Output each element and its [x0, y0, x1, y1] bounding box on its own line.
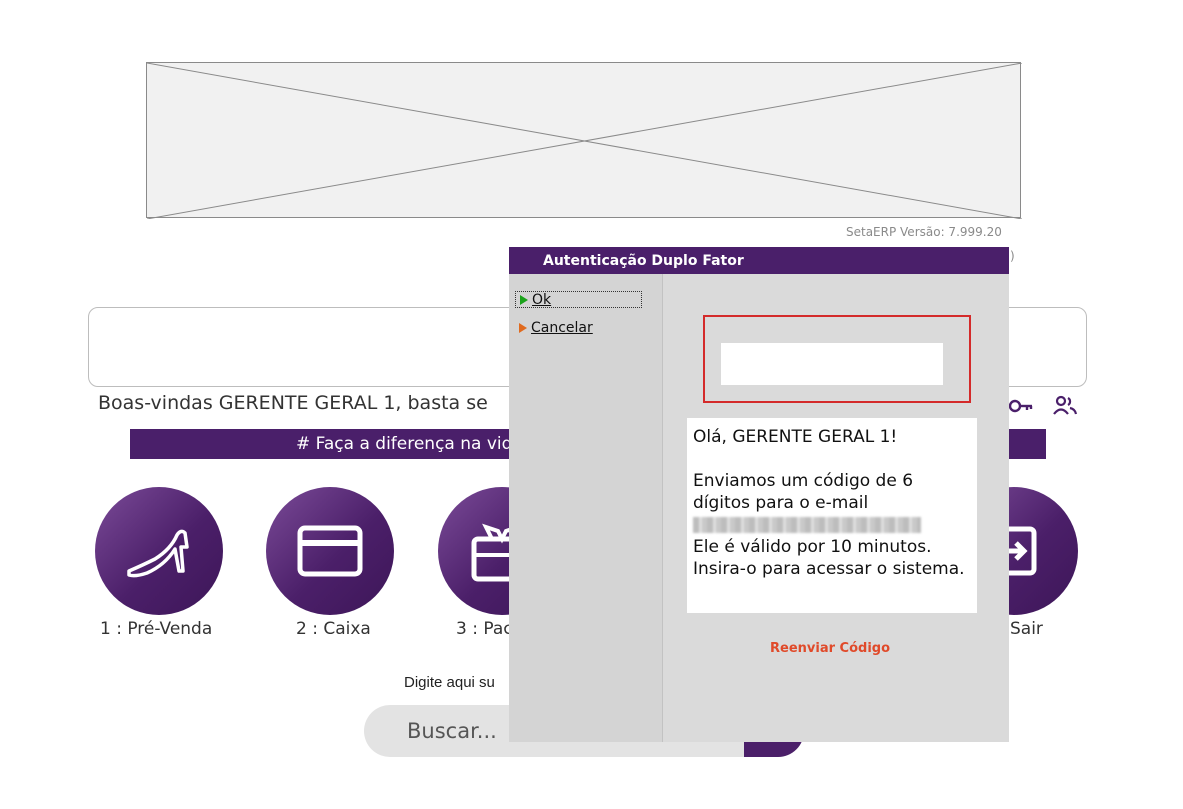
menu-button-pre-venda[interactable] — [95, 487, 223, 615]
code-input[interactable] — [721, 343, 943, 385]
logo-placeholder — [146, 62, 1022, 219]
play-arrow-icon — [519, 323, 527, 333]
resend-code-link[interactable]: Reenviar Código — [770, 641, 890, 656]
card-icon — [297, 525, 363, 577]
menu-caption-pre-venda: 1 : Pré-Venda — [100, 619, 213, 639]
info-line-5: Insira-o para acessar o sistema. — [693, 559, 965, 579]
greeting-text: Olá, GERENTE GERAL 1! — [693, 427, 898, 447]
menu-caption-sair: Sair — [1010, 619, 1043, 639]
search-hint: Digite aqui su — [404, 674, 495, 691]
menu-button-caixa[interactable] — [266, 487, 394, 615]
info-line-2: dígitos para o e-mail — [693, 493, 869, 513]
high-heel-shoe-icon — [127, 529, 189, 578]
dialog-title: Autenticação Duplo Fator — [509, 247, 1009, 274]
ok-button[interactable]: Ok — [515, 291, 642, 308]
menu-caption-caixa: 2 : Caixa — [296, 619, 371, 639]
version-label: SetaERP Versão: 7.999.20 — [846, 225, 1002, 239]
info-panel: Olá, GERENTE GERAL 1! Enviamos um código… — [687, 418, 977, 613]
info-line-1: Enviamos um código de 6 — [693, 471, 914, 491]
version-label-suffix: ) — [1010, 249, 1015, 263]
users-icon[interactable] — [1052, 394, 1078, 418]
code-input-highlight — [703, 315, 971, 403]
search-input[interactable]: Buscar... — [407, 719, 497, 743]
info-line-4: Ele é válido por 10 minutos. — [693, 537, 932, 557]
menu-caption-pac: 3 : Pac — [456, 619, 513, 639]
welcome-text: Boas-vindas GERENTE GERAL 1, basta se — [98, 392, 488, 414]
play-arrow-icon — [520, 295, 528, 305]
redacted-email — [693, 517, 921, 533]
ok-label: Ok — [532, 292, 552, 308]
cancel-label: Cancelar — [531, 320, 593, 336]
two-factor-dialog: Autenticação Duplo Fator Ok Cancelar Olá… — [509, 247, 1009, 742]
key-icon[interactable] — [1008, 394, 1034, 418]
dialog-sidebar: Ok Cancelar — [509, 274, 663, 742]
cancel-button[interactable]: Cancelar — [515, 320, 593, 337]
